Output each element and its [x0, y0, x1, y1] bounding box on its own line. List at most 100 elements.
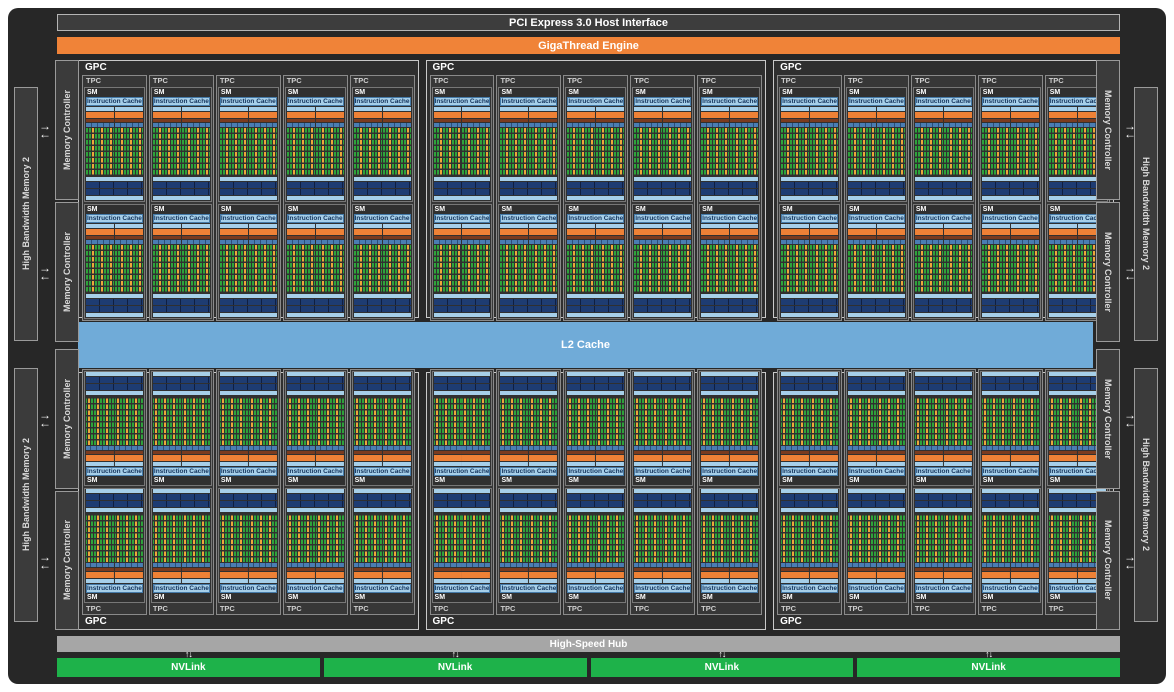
dispatch-unit-bar	[810, 119, 838, 122]
texture-section	[287, 489, 344, 513]
processing-blocks	[153, 224, 210, 293]
texture-section	[567, 489, 624, 513]
texture-section	[287, 177, 344, 201]
warp-scheduler-bar	[915, 229, 943, 235]
tex-units-bar	[354, 377, 411, 383]
processing-block	[730, 514, 758, 583]
sm-box: SMInstruction Cache	[779, 488, 840, 603]
register-file-bar	[701, 240, 729, 244]
warp-scheduler-bar	[434, 572, 462, 578]
sm-label: SM	[780, 593, 839, 602]
dispatch-unit-bar	[915, 119, 943, 122]
texture-cache-bar	[354, 313, 411, 317]
tpc-box: TPCSMInstruction CacheSMInstruction Cach…	[82, 75, 147, 321]
processing-block	[596, 397, 624, 466]
warp-scheduler-bar	[634, 229, 662, 235]
processing-block	[877, 514, 905, 583]
instruction-cache-bar: Instruction Cache	[220, 214, 277, 223]
core-grid	[182, 128, 210, 176]
instruction-buffer-bar	[982, 462, 1010, 466]
instruction-buffer-bar	[567, 579, 595, 583]
processing-blocks	[848, 514, 905, 583]
tex-units-bar	[153, 299, 210, 305]
texture-cache-bar	[86, 372, 143, 376]
instruction-buffer-bar	[383, 107, 411, 111]
tpc-row: TPCSMInstruction CacheSMInstruction Cach…	[774, 75, 1113, 324]
tex-units-bar	[982, 306, 1039, 312]
warp-scheduler-bar	[220, 455, 248, 461]
texture-cache-bar	[153, 313, 210, 317]
tex-units-bar	[848, 501, 905, 507]
tex-units-bar	[500, 306, 557, 312]
register-file-bar	[877, 446, 905, 450]
dispatch-unit-bar	[596, 451, 624, 454]
instruction-buffer-bar	[249, 579, 277, 583]
texture-cache-bar	[500, 508, 557, 512]
core-grid	[848, 397, 876, 445]
dispatch-unit-bar	[1011, 119, 1039, 122]
warp-scheduler-bar	[153, 112, 181, 118]
dispatch-unit-bar	[249, 236, 277, 239]
texture-cache-bar	[982, 313, 1039, 317]
sm-box: SMInstruction Cache	[632, 204, 693, 319]
tpc-box: TPCSMInstruction CacheSMInstruction Cach…	[82, 369, 147, 615]
core-grid	[182, 397, 210, 445]
dispatch-unit-bar	[848, 451, 876, 454]
register-file-bar	[434, 240, 462, 244]
tpc-label: TPC	[150, 604, 213, 614]
tpc-label: TPC	[778, 76, 841, 86]
gpc-label: GPC	[79, 615, 418, 629]
processing-block	[287, 397, 315, 466]
instruction-buffer-bar	[182, 107, 210, 111]
sm-box: SMInstruction Cache	[151, 87, 212, 202]
instruction-buffer-bar	[434, 462, 462, 466]
sm-label: SM	[219, 593, 278, 602]
tpc-row: TPCSMInstruction CacheSMInstruction Cach…	[774, 366, 1113, 615]
warp-scheduler-bar	[529, 229, 557, 235]
dispatch-unit-bar	[982, 119, 1010, 122]
processing-block	[663, 397, 691, 466]
texture-cache-bar	[220, 372, 277, 376]
instruction-buffer-bar	[220, 224, 248, 228]
register-file-bar	[848, 123, 876, 127]
instruction-buffer-bar	[115, 224, 143, 228]
register-file-bar	[730, 446, 758, 450]
dispatch-unit-bar	[730, 568, 758, 571]
tex-units-bar	[915, 501, 972, 507]
dispatch-unit-bar	[287, 568, 315, 571]
sm-label: SM	[700, 88, 759, 97]
dispatch-unit-bar	[1049, 451, 1077, 454]
tex-units-bar	[915, 377, 972, 383]
processing-block	[877, 397, 905, 466]
sm-label: SM	[433, 205, 492, 214]
core-grid	[781, 397, 809, 445]
tex-units-bar	[982, 189, 1039, 195]
processing-block	[383, 514, 411, 583]
instruction-cache-bar: Instruction Cache	[500, 467, 557, 476]
warp-scheduler-bar	[115, 112, 143, 118]
dispatch-unit-bar	[249, 119, 277, 122]
tex-units-bar	[634, 306, 691, 312]
texture-section	[567, 294, 624, 318]
hbm2-label: High Bandwidth Memory 2	[21, 438, 31, 551]
core-grid	[220, 128, 248, 176]
core-grid	[462, 245, 490, 293]
dispatch-unit-bar	[663, 119, 691, 122]
texture-cache-bar	[781, 313, 838, 317]
dispatch-unit-bar	[354, 119, 382, 122]
warp-scheduler-bar	[529, 572, 557, 578]
processing-blocks	[567, 107, 624, 176]
tex-units-bar	[848, 306, 905, 312]
dispatch-unit-bar	[434, 568, 462, 571]
processing-block	[915, 514, 943, 583]
sm-box: SMInstruction Cache	[218, 488, 279, 603]
texture-section	[220, 294, 277, 318]
dispatch-unit-bar	[701, 236, 729, 239]
dispatch-unit-bar	[596, 236, 624, 239]
core-grid	[730, 514, 758, 562]
processing-blocks	[153, 514, 210, 583]
core-grid	[781, 245, 809, 293]
processing-block	[810, 224, 838, 293]
core-grid	[877, 245, 905, 293]
instruction-buffer-bar	[730, 462, 758, 466]
